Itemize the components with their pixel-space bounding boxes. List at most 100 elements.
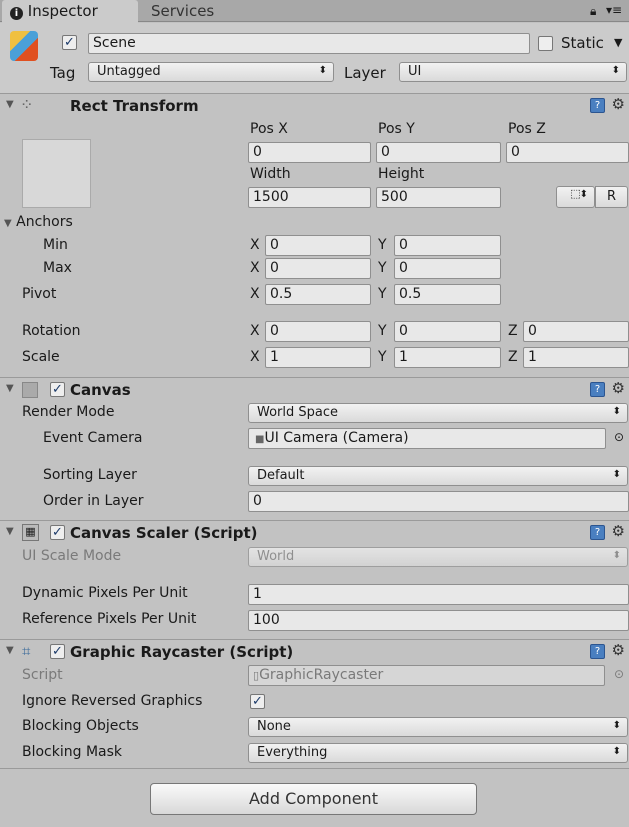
blocking-mask-label: Blocking Mask: [22, 744, 123, 760]
rotation-x-field[interactable]: 0: [265, 321, 371, 342]
component-title: Rect Transform: [70, 97, 199, 115]
pivot-y-field[interactable]: 0.5: [394, 284, 501, 305]
blocking-mask-dropdown[interactable]: Everything: [248, 743, 628, 763]
width-field[interactable]: 1500: [248, 187, 371, 208]
sorting-layer-dropdown[interactable]: Default: [248, 466, 628, 486]
blocking-objects-label: Blocking Objects: [22, 718, 139, 734]
collapse-arrow-icon[interactable]: ▼: [6, 383, 14, 394]
rect-transform-icon: ⁘: [20, 95, 34, 114]
tab-inspector[interactable]: i Inspector: [2, 0, 138, 23]
name-field[interactable]: Scene: [88, 33, 530, 54]
order-in-layer-field[interactable]: 0: [248, 491, 629, 512]
gear-icon[interactable]: ⚙: [612, 95, 625, 113]
collapse-arrow-icon[interactable]: ▼: [6, 526, 14, 537]
gameobject-cube-icon: [10, 31, 38, 61]
y-label: Y: [378, 323, 387, 339]
x-label: X: [250, 237, 260, 253]
scale-z-field[interactable]: 1: [523, 347, 629, 368]
z-label: Z: [508, 349, 518, 365]
help-icon[interactable]: ?: [590, 644, 605, 659]
event-camera-field[interactable]: ■UI Camera (Camera): [248, 428, 606, 449]
help-icon[interactable]: ?: [590, 525, 605, 540]
help-icon[interactable]: ?: [590, 382, 605, 397]
tag-label: Tag: [50, 64, 76, 82]
pivot-x-field[interactable]: 0.5: [265, 284, 371, 305]
layer-dropdown[interactable]: UI: [399, 62, 627, 82]
rotation-z-field[interactable]: 0: [523, 321, 629, 342]
anchors-foldout[interactable]: ▼ Anchors: [4, 214, 73, 230]
scale-y-field[interactable]: 1: [394, 347, 501, 368]
script-field: ▯GraphicRaycaster: [248, 665, 605, 686]
dynamic-pixels-field[interactable]: 1: [248, 584, 629, 605]
rotation-y-field[interactable]: 0: [394, 321, 501, 342]
static-label: Static: [561, 34, 604, 52]
info-icon: i: [10, 7, 23, 20]
pos-y-label: Pos Y: [378, 121, 415, 137]
render-mode-dropdown[interactable]: World Space: [248, 403, 628, 423]
tag-dropdown[interactable]: Untagged: [88, 62, 334, 82]
raw-edit-button[interactable]: R: [595, 186, 628, 208]
lock-icon[interactable]: 🔒︎: [590, 4, 596, 19]
scale-label: Scale: [22, 349, 60, 365]
x-label: X: [250, 286, 260, 302]
canvas-scaler-header[interactable]: ▼ ▦ ✓ Canvas Scaler (Script) ? ⚙: [0, 520, 629, 544]
ignore-reversed-checkbox[interactable]: ✓: [250, 694, 265, 709]
event-camera-label: Event Camera: [43, 430, 143, 446]
x-label: X: [250, 260, 260, 276]
min-label: Min: [43, 237, 68, 253]
divider: [0, 768, 629, 769]
add-component-button[interactable]: Add Component: [150, 783, 477, 815]
order-in-layer-label: Order in Layer: [43, 493, 144, 509]
pos-z-field[interactable]: 0: [506, 142, 629, 163]
dynamic-pixels-label: Dynamic Pixels Per Unit: [22, 585, 188, 601]
gear-icon[interactable]: ⚙: [612, 379, 625, 397]
gear-icon[interactable]: ⚙: [612, 522, 625, 540]
component-title: Canvas Scaler (Script): [70, 524, 258, 542]
pos-y-field[interactable]: 0: [376, 142, 501, 163]
pos-z-label: Pos Z: [508, 121, 546, 137]
rotation-label: Rotation: [22, 323, 81, 339]
graphic-raycaster-header[interactable]: ▼ ⌗ ✓ Graphic Raycaster (Script) ? ⚙: [0, 639, 629, 663]
height-field[interactable]: 500: [376, 187, 501, 208]
blocking-objects-dropdown[interactable]: None: [248, 717, 628, 737]
script-label: Script: [22, 667, 63, 683]
scale-x-field[interactable]: 1: [265, 347, 371, 368]
max-y-field[interactable]: 0: [394, 258, 501, 279]
width-label: Width: [250, 166, 291, 182]
static-dropdown-icon[interactable]: ▼: [614, 36, 622, 49]
x-label: X: [250, 349, 260, 365]
gear-icon[interactable]: ⚙: [612, 641, 625, 659]
menu-icon[interactable]: ▾≡: [606, 3, 622, 17]
canvas-scaler-enabled-checkbox[interactable]: ✓: [50, 525, 65, 540]
help-icon[interactable]: ?: [590, 98, 605, 113]
pos-x-field[interactable]: 0: [248, 142, 371, 163]
anchor-preset-box[interactable]: [22, 139, 91, 208]
blueprint-mode-button[interactable]: ⬚: [556, 186, 595, 208]
static-checkbox[interactable]: [538, 36, 553, 51]
y-label: Y: [378, 286, 387, 302]
raycaster-icon: ⌗: [22, 642, 31, 660]
x-label: X: [250, 323, 260, 339]
active-checkbox[interactable]: ✓: [62, 35, 77, 50]
graphic-raycaster-enabled-checkbox[interactable]: ✓: [50, 644, 65, 659]
render-mode-label: Render Mode: [22, 404, 115, 420]
tab-services[interactable]: Services: [151, 2, 214, 20]
max-x-field[interactable]: 0: [265, 258, 371, 279]
pos-x-label: Pos X: [250, 121, 288, 137]
reference-pixels-label: Reference Pixels Per Unit: [22, 611, 197, 627]
canvas-enabled-checkbox[interactable]: ✓: [50, 382, 65, 397]
script-icon: ▦: [22, 524, 39, 541]
ui-scale-mode-dropdown: World: [248, 547, 628, 567]
reference-pixels-field[interactable]: 100: [248, 610, 629, 631]
component-title: Canvas: [70, 381, 131, 399]
collapse-arrow-icon[interactable]: ▼: [6, 99, 14, 110]
layer-label: Layer: [344, 64, 386, 82]
object-picker-icon[interactable]: ⊙: [614, 430, 624, 444]
pivot-label: Pivot: [22, 286, 57, 302]
canvas-header[interactable]: ▼ ✓ Canvas ? ⚙: [0, 377, 629, 401]
min-x-field[interactable]: 0: [265, 235, 371, 256]
rect-transform-header[interactable]: ▼ ⁘ Rect Transform ? ⚙: [0, 93, 629, 117]
min-y-field[interactable]: 0: [394, 235, 501, 256]
collapse-arrow-icon[interactable]: ▼: [6, 645, 14, 656]
height-label: Height: [378, 166, 425, 182]
